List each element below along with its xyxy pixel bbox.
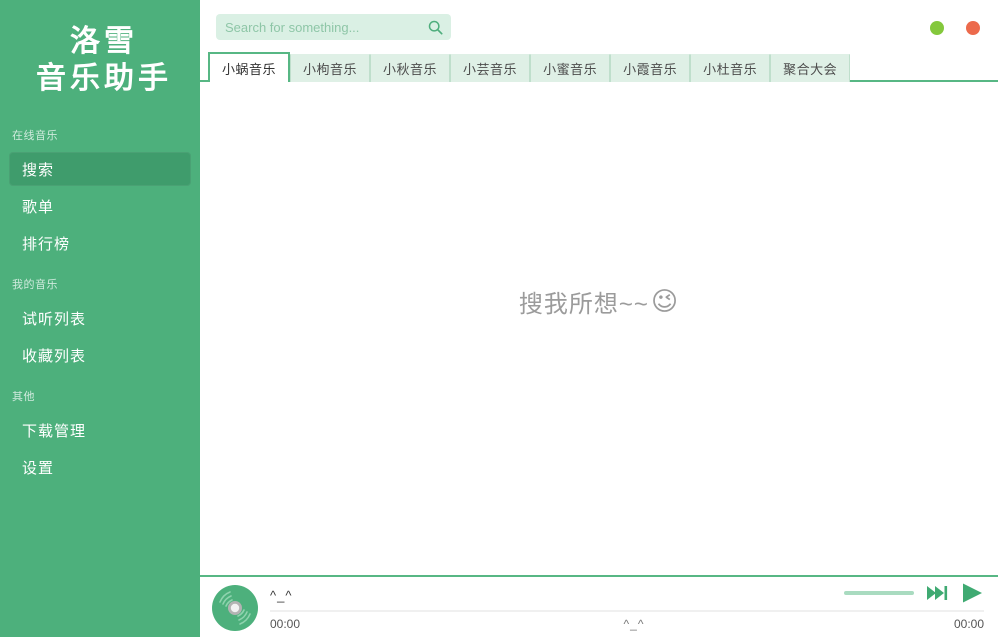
lyric-line: ^_^ [270,617,998,631]
tab-label: 小杜音乐 [703,59,757,78]
tab-source-5[interactable]: 小霞音乐 [610,54,690,82]
main-area: 小蜗音乐 小枸音乐 小秋音乐 小芸音乐 小蜜音乐 小霞音乐 小杜音乐 聚合大会 搜我所想~~ … [200,0,998,637]
tab-source-7[interactable]: 聚合大会 [770,54,850,82]
tab-source-3[interactable]: 小芸音乐 [450,54,530,82]
sidebar-item-search[interactable]: 搜索 [9,152,191,186]
sidebar-nav: 在线音乐搜索歌单排行榜我的音乐试听列表收藏列表其他下载管理设置 [0,127,200,484]
tab-source-4[interactable]: 小蜜音乐 [530,54,610,82]
close-dot-icon[interactable] [966,21,980,35]
sidebar-item-leaderboard[interactable]: 排行榜 [9,226,191,260]
tab-label: 聚合大会 [783,59,837,78]
sidebar-item-label: 收藏列表 [22,345,86,366]
sidebar-item-favorites[interactable]: 收藏列表 [9,338,191,372]
sidebar-item-label: 搜索 [22,159,54,180]
next-track-icon[interactable] [926,584,948,602]
tab-label: 小霞音乐 [623,59,677,78]
sidebar-item-label: 设置 [22,457,54,478]
volume-slider[interactable] [844,591,914,595]
sidebar-group: 其他下载管理设置 [0,388,200,484]
player-bar: ^_^ 00:00 ^_^ 00:00 [200,575,998,637]
app-window: 洛雪 音乐助手 在线音乐搜索歌单排行榜我的音乐试听列表收藏列表其他下载管理设置 [0,0,998,637]
top-bar [200,0,998,52]
app-logo: 洛雪 音乐助手 [0,18,200,97]
player-controls [844,582,984,604]
content-area: 搜我所想~~ 😉 [200,82,998,575]
minimize-dot-icon[interactable] [930,21,944,35]
time-duration: 00:00 [954,617,984,631]
tab-source-1[interactable]: 小枸音乐 [290,54,370,82]
wink-emoji-icon: 😉 [651,288,679,314]
song-title: ^_^ [270,588,292,603]
empty-state-hint: 搜我所想~~ 😉 [519,284,679,319]
cd-disc-icon[interactable] [210,583,260,633]
tab-source-0[interactable]: 小蜗音乐 [208,52,290,82]
sidebar-group-title: 我的音乐 [0,276,200,298]
progress-bar[interactable] [270,610,984,612]
sidebar-group: 我的音乐试听列表收藏列表 [0,276,200,372]
tab-label: 小秋音乐 [383,59,437,78]
window-controls [930,21,980,35]
search-icon[interactable] [428,20,443,35]
empty-state-text: 搜我所想~~ [519,284,649,319]
sidebar-item-downloads[interactable]: 下载管理 [9,413,191,447]
player-info: ^_^ 00:00 ^_^ 00:00 [270,577,998,637]
search-box[interactable] [216,14,451,40]
sidebar-item-label: 试听列表 [22,308,86,329]
sidebar-item-settings[interactable]: 设置 [9,450,191,484]
tab-label: 小枸音乐 [303,59,357,78]
sidebar-item-songlist[interactable]: 歌单 [9,189,191,223]
sidebar-group-title: 其他 [0,388,200,410]
play-icon[interactable] [960,582,984,604]
logo-line-1: 洛雪 [14,24,200,61]
search-input[interactable] [225,20,428,35]
tab-source-2[interactable]: 小秋音乐 [370,54,450,82]
tab-label: 小蜗音乐 [222,59,276,78]
logo-line-2: 音乐助手 [14,61,200,98]
tab-label: 小蜜音乐 [543,59,597,78]
sidebar-item-label: 下载管理 [22,420,86,441]
sidebar-group: 在线音乐搜索歌单排行榜 [0,127,200,260]
tab-label: 小芸音乐 [463,59,517,78]
source-tabs: 小蜗音乐 小枸音乐 小秋音乐 小芸音乐 小蜜音乐 小霞音乐 小杜音乐 聚合大会 [200,52,998,82]
sidebar-item-label: 歌单 [22,196,54,217]
sidebar-item-label: 排行榜 [22,233,70,254]
sidebar: 洛雪 音乐助手 在线音乐搜索歌单排行榜我的音乐试听列表收藏列表其他下载管理设置 [0,0,200,637]
sidebar-item-preview-list[interactable]: 试听列表 [9,301,191,335]
tab-source-6[interactable]: 小杜音乐 [690,54,770,82]
sidebar-group-title: 在线音乐 [0,127,200,149]
